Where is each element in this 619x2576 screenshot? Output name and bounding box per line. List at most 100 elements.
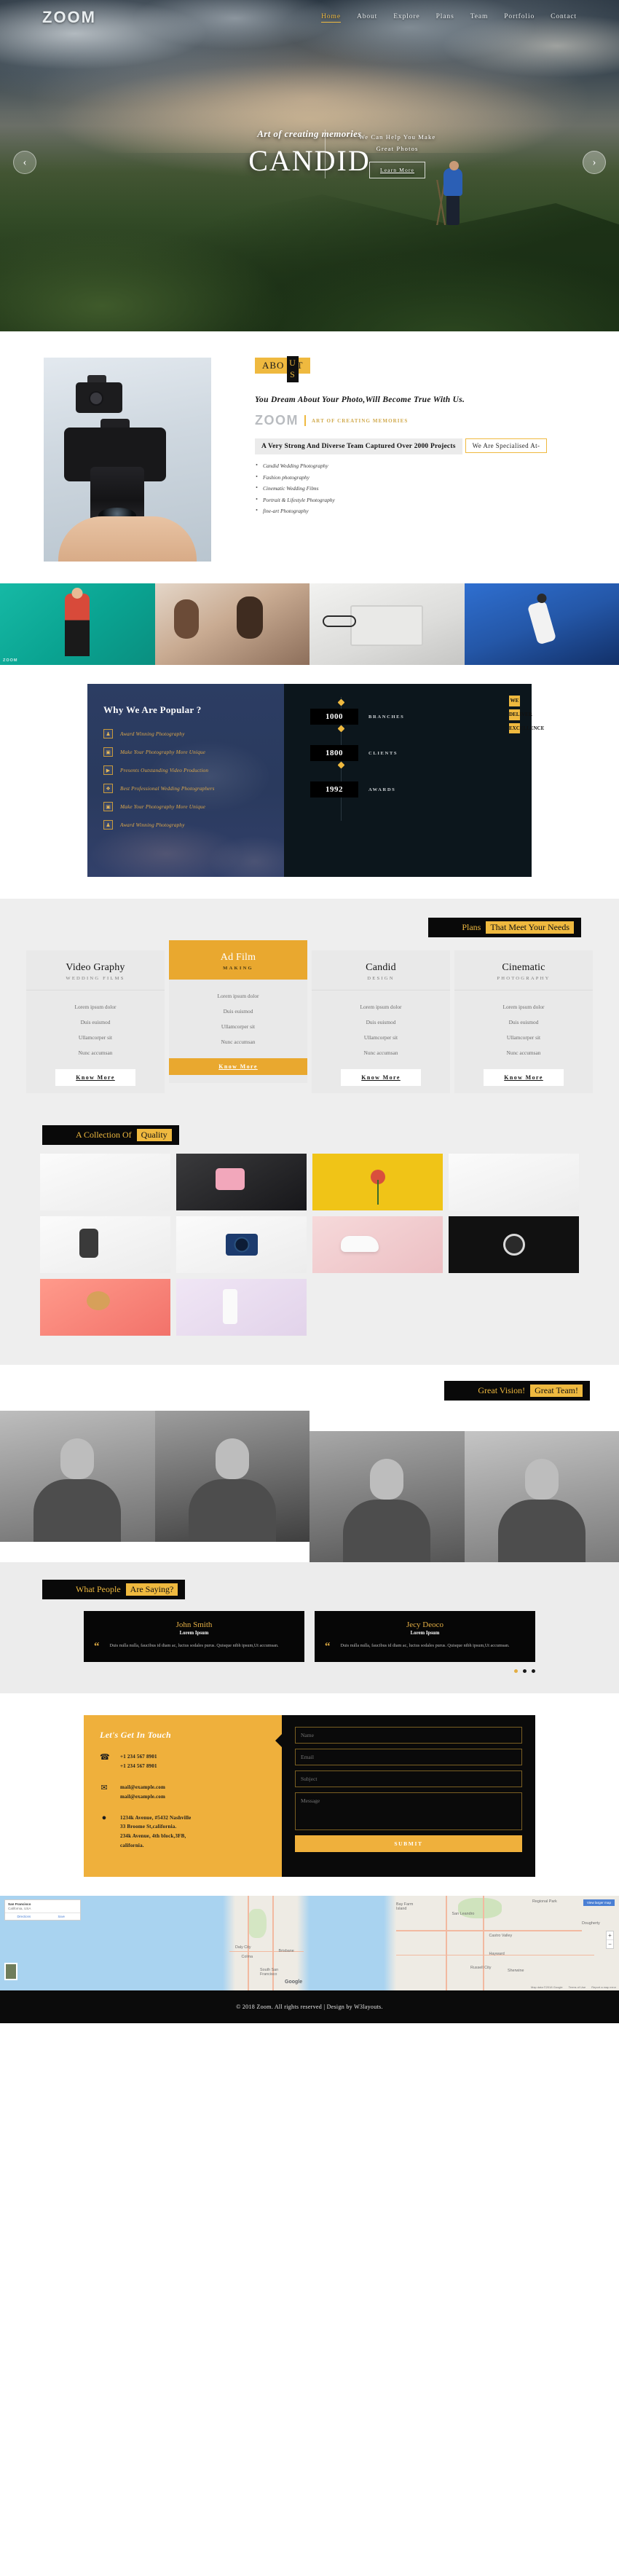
pagination-dot[interactable] (523, 1669, 527, 1673)
portfolio-tile[interactable] (312, 1216, 443, 1273)
portfolio-tile[interactable] (176, 1216, 307, 1273)
map-section[interactable]: Daly City Brisbane Colma South San Franc… (0, 1896, 619, 1991)
about-text-column: ABO T U S You Dream About Your Photo,Will… (255, 356, 619, 562)
nav-item-plans[interactable]: Plans (436, 13, 454, 23)
plan-card-candid[interactable]: Candid DESIGN Lorem ipsum dolor Duis eui… (312, 950, 450, 1093)
portfolio-heading-pre: A Collection Of (76, 1130, 132, 1140)
map-zoom-out-button[interactable]: − (607, 1940, 613, 1948)
contact-form-panel: SUBMIT (275, 1714, 535, 1878)
testimonial-pagination (84, 1669, 535, 1673)
message-textarea[interactable] (295, 1792, 522, 1830)
portfolio-tile[interactable] (449, 1216, 579, 1273)
contact-address-line: california. (120, 1843, 144, 1849)
map-zoom-in-button[interactable]: + (607, 1931, 613, 1941)
nav-item-portfolio[interactable]: Portfolio (504, 13, 535, 23)
nav-item-team[interactable]: Team (470, 13, 489, 23)
about-heading-us-box: U S (287, 356, 299, 382)
mail-icon: ✉ (100, 1783, 108, 1792)
map-label: Colma (241, 1954, 253, 1959)
portfolio-tile-empty (449, 1279, 579, 1336)
portfolio-tile[interactable] (449, 1154, 579, 1210)
submit-button[interactable]: SUBMIT (295, 1835, 522, 1852)
map-place-actions: Directions Save (5, 1913, 80, 1920)
team-member-card[interactable] (154, 1411, 310, 1542)
plan-card-adfilm[interactable]: Ad Film MAKING Lorem ipsum dolor Duis eu… (169, 940, 307, 1083)
map-satellite-thumbnail[interactable] (4, 1963, 17, 1981)
list-item: Fashion photography (255, 473, 577, 481)
map-fullscreen-button[interactable]: View larger map (583, 1899, 615, 1907)
why-item-label: Award Winning Photography (120, 730, 185, 737)
image-icon: ▣ (103, 747, 113, 757)
portfolio-tile[interactable] (176, 1154, 307, 1210)
plan-know-more-button[interactable]: Know More (169, 1058, 307, 1075)
quote-icon: “ (94, 1641, 100, 1653)
hero-side-line2: Great Photos (376, 145, 419, 153)
nav-item-contact[interactable]: Contact (551, 13, 577, 23)
email-input[interactable] (295, 1748, 522, 1765)
portfolio-tile[interactable] (176, 1279, 307, 1336)
contact-email[interactable]: mail@example.com (120, 1783, 165, 1792)
map-terms-link[interactable]: Terms of Use (569, 1985, 586, 1989)
carousel-next-arrow[interactable]: › (583, 151, 606, 174)
team-member-card[interactable] (310, 1431, 465, 1562)
testimonial-quote: Duis nulla nulla, faucibus id diam ac, l… (340, 1643, 510, 1648)
map-report-link[interactable]: Report a map error (591, 1985, 616, 1989)
plan-know-more-button[interactable]: Know More (341, 1069, 421, 1086)
list-item: Duis euismod (508, 1019, 539, 1025)
plan-header: Video Graphy WEDDING FILMS (26, 950, 165, 990)
map-label: Sherwine (508, 1969, 524, 1974)
pagination-dot[interactable] (514, 1669, 518, 1673)
map-label: Daly City (235, 1945, 251, 1950)
map-road (396, 1930, 582, 1931)
site-logo[interactable]: ZOOM (42, 8, 96, 27)
pagination-dot[interactable] (532, 1669, 535, 1673)
carousel-prev-arrow[interactable]: ‹ (13, 151, 36, 174)
learn-more-button[interactable]: Learn More (368, 161, 426, 178)
map-directions-link[interactable]: Directions (5, 1913, 43, 1920)
testimonials-heading-pre: What People (76, 1584, 121, 1594)
why-item-label: Make Your Photography More Unique (120, 803, 206, 810)
nav-item-about[interactable]: About (357, 13, 377, 23)
contact-address-line: 1234k Avenue, #5432 Nashville (120, 1814, 192, 1821)
plan-card-cinematic[interactable]: Cinematic PHOTOGRAPHY Lorem ipsum dolor … (454, 950, 593, 1093)
about-brand-tagline: ART OF CREATING MEMORIES (312, 417, 409, 424)
plan-feature-list: Lorem ipsum dolor Duis euismod Ullamcorp… (26, 990, 165, 1065)
map-road (446, 1896, 447, 1991)
map-label: Dougherty (582, 1921, 600, 1926)
list-item: fine-art Photography (255, 507, 577, 514)
nav-item-explore[interactable]: Explore (393, 13, 419, 23)
subject-input[interactable] (295, 1770, 522, 1787)
testimonial-name: John Smith (176, 1620, 213, 1629)
contact-phone: +1 234 567 8901 (120, 1753, 157, 1760)
team-section: Great Vision! Great Team! (0, 1365, 619, 1562)
portfolio-tile[interactable] (312, 1154, 443, 1210)
about-heading-s: S (290, 369, 296, 379)
hero-side-line1: We Can Help You Make (358, 133, 436, 141)
nav-item-home[interactable]: Home (321, 13, 341, 23)
list-item: ▶ Presents Outstanding Video Production (103, 765, 284, 775)
plan-card-videography[interactable]: Video Graphy WEDDING FILMS Lorem ipsum d… (26, 950, 165, 1093)
main-navbar: ZOOM Home About Explore Plans Team Portf… (0, 0, 619, 35)
team-member-card[interactable] (0, 1411, 155, 1542)
map-zoom-controls[interactable]: + − (606, 1931, 614, 1950)
gallery-strip-item-couple[interactable] (154, 583, 310, 665)
portfolio-tile[interactable] (40, 1154, 170, 1210)
name-input[interactable] (295, 1726, 522, 1744)
contact-info-panel: Let's Get In Touch ☎ +1 234 567 8901 +1 … (84, 1714, 282, 1878)
map-label: Bay Farm Island (396, 1902, 414, 1912)
contact-email[interactable]: mail@example.com (120, 1792, 165, 1802)
hero-tagline: Art of creating memories (257, 128, 362, 139)
map-save-link[interactable]: Save (43, 1913, 81, 1920)
gallery-strip-item-jump[interactable] (464, 583, 619, 665)
testimonials-heading: What People Are Saying? (42, 1580, 186, 1599)
plan-know-more-button[interactable]: Know More (55, 1069, 135, 1086)
team-member-card[interactable] (464, 1431, 619, 1562)
gallery-strip-item-fashion[interactable]: ZOOM (0, 583, 155, 665)
team-heading-pre: Great Vision! (478, 1385, 526, 1395)
plan-know-more-button[interactable]: Know More (484, 1069, 564, 1086)
portfolio-tile[interactable] (40, 1279, 170, 1336)
contact-panel: Let's Get In Touch ☎ +1 234 567 8901 +1 … (84, 1714, 535, 1878)
gallery-strip-item-desk[interactable] (310, 583, 465, 665)
map-place-card[interactable]: San Francisco California, USA Directions… (4, 1899, 81, 1921)
portfolio-tile[interactable] (40, 1216, 170, 1273)
